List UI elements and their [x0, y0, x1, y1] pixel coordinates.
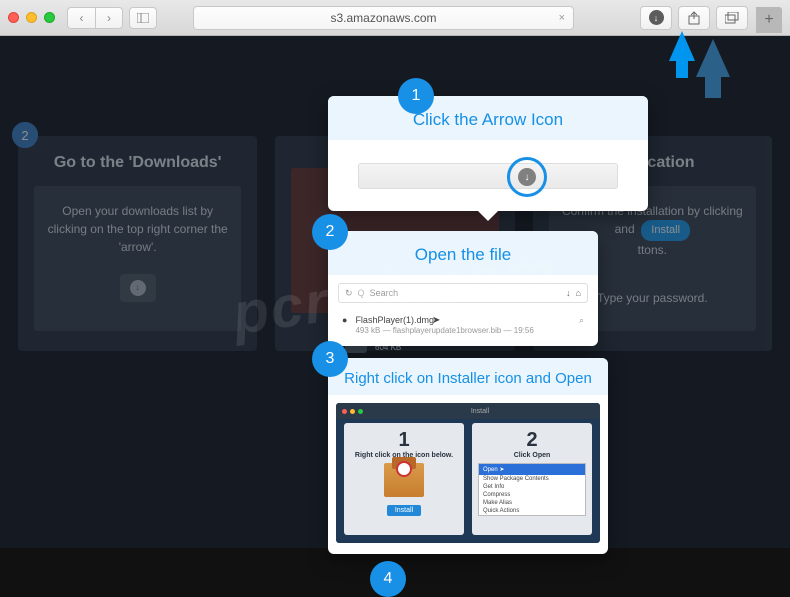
window-controls — [8, 12, 55, 23]
file-size: 493 kB — flashplayerupdate1browser.bib —… — [355, 326, 533, 335]
toolbar-right: ↓ — [640, 6, 748, 30]
page-content: 1 Go to the 'Downloads' Open your downlo… — [0, 36, 790, 548]
installer-window: Install 1 Right click on the icon below.… — [336, 403, 600, 543]
step-badge-1: 1 — [398, 78, 434, 114]
stop-reload-icon[interactable]: × — [559, 12, 565, 24]
modal-3-body: Install 1 Right click on the icon below.… — [328, 395, 608, 551]
panel1-num: 1 — [350, 429, 458, 452]
download-arrow-glyph: ↓ — [518, 168, 536, 186]
install-pill: Install — [641, 220, 690, 241]
bg-download-pill: ↓ — [120, 274, 156, 302]
downloads-button[interactable]: ↓ — [640, 6, 672, 30]
menu-cursor-icon: ➤ — [499, 467, 504, 473]
installer-titlebar: Install — [336, 403, 600, 419]
highlight-arrow2-icon — [696, 39, 730, 77]
context-menu: Open ➤ Show Package Contents Get Info Co… — [478, 463, 586, 516]
panel2-num: 2 — [478, 429, 586, 452]
menu-get-info: Get Info — [479, 483, 585, 491]
fake-toolbar: ↓ — [358, 163, 618, 189]
magnify-icon: ⌕ — [579, 315, 584, 326]
zoom-window-icon[interactable] — [44, 12, 55, 23]
sidebar-button[interactable] — [129, 7, 157, 29]
installer-panel-2: 2 Click Open Open ➤ Show Package Content… — [472, 423, 592, 535]
modal-step-2: Open the file ↻ Q Search ↓⌂ ● FlashPlaye… — [328, 231, 598, 346]
menu-open: Open ➤ — [479, 464, 585, 475]
panel2-txt: Click Open — [478, 452, 586, 459]
reload-icon: ↻ — [345, 288, 353, 299]
modal-1-body: ↓ — [328, 140, 648, 212]
minimize-window-icon[interactable] — [26, 12, 37, 23]
mini-min-icon — [350, 409, 355, 414]
package-box-icon — [384, 463, 424, 497]
bg-card-1-title: Go to the 'Downloads' — [34, 136, 241, 186]
menu-show-pkg: Show Package Contents — [479, 475, 585, 483]
flash-badge-icon — [396, 461, 412, 477]
share-button[interactable] — [678, 6, 710, 30]
url-text: s3.amazonaws.com — [330, 11, 436, 25]
mini-close-icon — [342, 409, 347, 414]
download-arrow-icon: ↓ — [649, 10, 664, 25]
back-button[interactable]: ‹ — [67, 7, 95, 29]
cursor-icon: ➤ — [432, 315, 440, 326]
search-placeholder: Search — [370, 288, 399, 298]
mini-zoom-icon — [358, 409, 363, 414]
modal-2-body: ↻ Q Search ↓⌂ ● FlashPlayer(1).dmg➤ 493 … — [328, 275, 598, 349]
modal-step-1: Click the Arrow Icon ↓ — [328, 96, 648, 211]
new-tab-button[interactable]: + — [756, 7, 782, 33]
download-circle-icon: ↓ — [130, 280, 146, 296]
close-window-icon[interactable] — [8, 12, 19, 23]
menu-quick: Quick Actions — [479, 507, 585, 515]
modal-1-title: Click the Arrow Icon — [328, 96, 648, 140]
modal-1-pointer — [477, 210, 499, 221]
bg-card-1-body: Open your downloads list by clicking on … — [34, 186, 241, 331]
fake-search-bar: ↻ Q Search ↓⌂ — [338, 283, 588, 303]
tabs-button[interactable] — [716, 6, 748, 30]
menu-alias: Make Alias — [479, 499, 585, 507]
step-badge-4: 4 — [370, 561, 406, 597]
modal-3-title: Right click on Installer icon and Open — [328, 358, 608, 395]
arrow-highlight-circle: ↓ — [507, 157, 547, 197]
modal-2-title: Open the file — [328, 231, 598, 275]
bg-card-1: 1 Go to the 'Downloads' Open your downlo… — [18, 136, 257, 351]
highlight-arrow-icon — [669, 31, 695, 61]
forward-button[interactable]: › — [95, 7, 123, 29]
bg-card-1-text: Open your downloads list by clicking on … — [44, 202, 231, 256]
highlight-arrow2-stem — [705, 76, 721, 98]
nav-group: ‹ › — [67, 7, 123, 29]
download-file-row: ● FlashPlayer(1).dmg➤ 493 kB — flashplay… — [338, 311, 588, 339]
installer-title: Install — [471, 408, 489, 415]
file-name: FlashPlayer(1).dmg — [355, 315, 434, 325]
step-badge-3: 3 — [312, 341, 348, 377]
panel1-install-btn: Install — [387, 505, 421, 516]
file-dot-icon: ● — [342, 315, 347, 325]
step-badge-2: 2 — [312, 214, 348, 250]
address-bar[interactable]: s3.amazonaws.com × — [193, 6, 574, 30]
home-icon: ⌂ — [576, 288, 581, 298]
download-icon: ↓ — [566, 288, 571, 298]
modal-step-3: Right click on Installer icon and Open I… — [328, 358, 608, 554]
menu-compress: Compress — [479, 491, 585, 499]
bg-step-badge-2: 2 — [12, 122, 38, 148]
installer-panel-1: 1 Right click on the icon below. Install — [344, 423, 464, 535]
highlight-arrow-stem — [676, 60, 688, 78]
